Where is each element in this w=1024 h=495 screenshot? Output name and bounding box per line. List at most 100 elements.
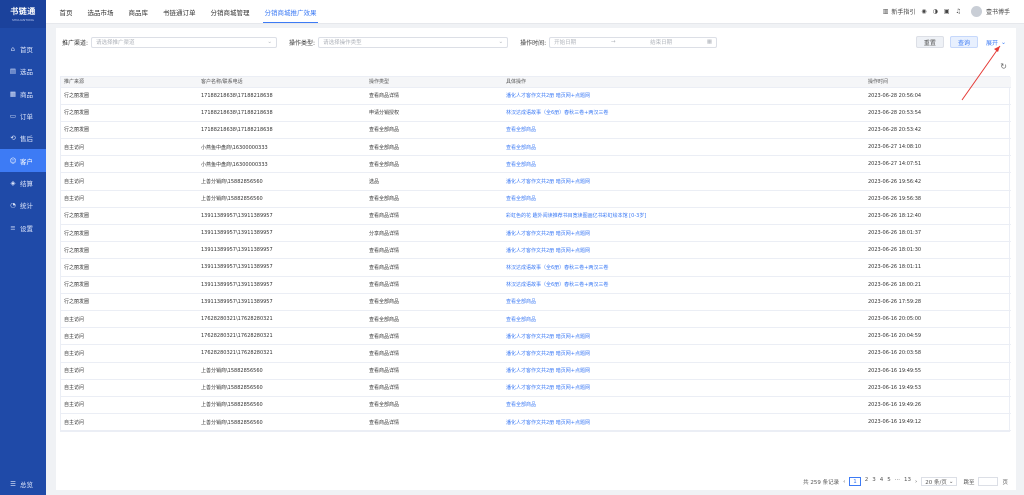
table-row: 自主访问 17628280321\17628280321 查看全部商品 查看全部商品 2… [61,310,1011,329]
operation-detail-link[interactable]: 潘化人才客作文共2册 暗页网+点题网 [503,413,865,432]
tab-4[interactable]: 分销商城管理 [203,0,257,23]
tab-2[interactable]: 商品库 [121,0,156,23]
guide-icon[interactable]: ▥ [883,8,889,15]
operation-detail-link[interactable]: 查看全部商品 [503,293,865,311]
settings-icon: ≡ [10,223,16,232]
table-cell: 2023-06-27 14:07:51 [865,155,1011,174]
username[interactable]: 壹书博手 [986,7,1010,16]
table-cell: 2023-06-26 18:01:37 [865,224,1011,243]
reset-button[interactable]: 重置 [915,36,944,48]
table-cell: 2023-06-26 18:01:11 [865,258,1011,277]
table-row: 自主访问 小燕鱼中盘商\16300000333 查看全部商品 查看全部商品 2023-0… [61,155,1011,174]
operation-detail-link[interactable]: 查看全部商品 [503,310,865,329]
page-number[interactable]: 3 [872,477,876,486]
sidebar-item-home[interactable]: ⌂ 首页 [0,38,46,60]
table-cell: 选品 [366,172,503,191]
jump-page-input[interactable] [978,477,999,486]
operation-detail-link[interactable]: 潘化人才客作文共2册 暗页网+点题网 [503,362,865,380]
tab-5[interactable]: 分销商城推广效果 [257,0,324,23]
column-header: 客户名称/联系电话 [198,77,366,88]
table-cell: 自主访问 [61,344,198,363]
sidebar-item-label: 首页 [20,46,33,55]
operation-detail-link[interactable]: 彩虹色的花 趣外阅读推荐书目宽读图画亿书彩虹绘本馆 [0-3岁] [503,207,865,226]
eye-icon[interactable]: ◉ [921,8,926,15]
table-cell: 查看全部商品 [366,310,503,329]
tab-0[interactable]: 首页 [52,0,80,23]
sidebar-item-order[interactable]: ▭ 订单 [0,105,46,127]
operation-detail-link[interactable]: 查看全部商品 [503,138,865,157]
tab-1[interactable]: 选品市场 [80,0,121,23]
operation-detail-link[interactable]: 潘化人才客作文共2册 暗页网+点题网 [503,344,865,363]
op-type-select[interactable]: 请选择操作类型 ⌄ [318,36,509,48]
main-panel: 推广渠道: 请选择推广渠道 ⌄ 操作类型: 请选择操作类型 ⌄ 操作时间: 开始… [56,28,1016,490]
table-cell: 17188218638\17188218638 [198,121,366,140]
sidebar-item-customer[interactable]: ☺ 客户 [0,149,46,172]
sidebar-item-label: 统计 [20,202,33,211]
table-cell: 分享商品详情 [366,224,503,243]
table-cell: 2023-06-16 19:49:26 [865,396,1011,415]
table-cell: 查看全部商品 [366,155,503,174]
table-cell: 上善分销商\15882856560 [198,362,366,380]
table-row: 行之丽发圈 13911389957\13911389957 查看商品详情 林汉达成语故… [61,276,1011,294]
table-body: 行之丽发圈 17188218638\17188218638 查看商品详情 潘化人才客作… [61,87,1011,432]
sidebar-item-aftersale[interactable]: ⟲ 售后 [0,127,46,149]
operation-detail-link[interactable]: 潘化人才客作文共2册 暗页网+点题网 [503,379,865,397]
query-button[interactable]: 查询 [949,36,978,48]
bell-icon[interactable]: ♫ [956,8,961,15]
refresh-icon[interactable]: ↻ [1000,62,1007,71]
page-number[interactable]: 5 [887,477,891,486]
sidebar-item-settings[interactable]: ≡ 设置 [0,216,46,238]
tab-3[interactable]: 书链通订单 [156,0,204,23]
date-range-picker[interactable]: 开始日期 → 结束日期 ▦ [549,36,718,48]
table-cell: 2023-06-16 20:05:00 [865,310,1011,329]
avatar[interactable] [970,6,982,17]
table-cell: 小燕鱼中盘商\16300000333 [198,138,366,157]
end-date-placeholder[interactable]: 结束日期 [650,38,672,46]
operation-detail-link[interactable]: 林汉达成语故事（全6册）春秋三卷+两汉三卷 [503,258,865,277]
operation-detail-link[interactable]: 查看全部商品 [503,190,865,208]
table-cell: 查看商品详情 [366,87,503,105]
operation-detail-link[interactable]: 潘化人才客作文共2册 暗页网+点题网 [503,327,865,346]
operation-detail-link[interactable]: 林汉达成语故事（全6册）春秋三卷+两汉三卷 [503,276,865,294]
operation-detail-link[interactable]: 查看全部商品 [503,121,865,140]
table-row: 自主访问 上善分销商\15882856560 查看商品详情 潘化人才客作文共2册 暗页… [61,413,1011,432]
table-row: 行之丽发圈 17188218638\17188218638 申请分销授权 林汉达成语故… [61,104,1011,122]
newbie-guide-link[interactable]: 新手指引 [891,7,915,16]
table-cell: 自主访问 [61,310,198,329]
operation-detail-link[interactable]: 潘化人才客作文共2册 暗页网+点题网 [503,172,865,191]
sidebar-item-label: 商品 [20,90,33,99]
operation-detail-link[interactable]: 林汉达成语故事（全6册）春秋三卷+两汉三卷 [503,104,865,122]
logo[interactable]: 书链通 SHULIANTONG [0,0,46,28]
table-cell: 自主访问 [61,155,198,174]
sidebar-footer-overview[interactable]: ☰ 总览 [9,479,33,489]
headset-icon[interactable]: ◑ [933,8,938,15]
goods-icon: ▦ [9,89,17,98]
channel-label: 推广渠道: [62,39,89,47]
sidebar-item-stats[interactable]: ◔ 统计 [0,194,46,216]
sidebar-item-label: 客户 [20,157,33,166]
operation-detail-link[interactable]: 潘化人才客作文共2册 暗页网+点题网 [503,224,865,243]
channel-select[interactable]: 请选择推广渠道 ⌄ [91,36,278,48]
sidebar-item-goods[interactable]: ▦ 商品 [0,83,46,105]
message-icon[interactable]: ▣ [944,8,950,15]
sidebar-item-settlement[interactable]: ◈ 结算 [0,172,46,194]
chevron-down-icon: ⌄ [267,39,273,45]
page-ellipsis[interactable]: ··· [895,477,900,486]
table-row: 自主访问 上善分销商\15882856560 查看全部商品 查看全部商品 2023-06… [61,396,1011,415]
page-number[interactable]: 4 [880,477,884,486]
operation-detail-link[interactable]: 查看全部商品 [503,396,865,415]
table-row: 自主访问 上善分销商\15882856560 查看商品详情 潘化人才客作文共2册 暗页… [61,362,1011,380]
page-number[interactable]: 1 [849,477,861,486]
table-cell: 上善分销商\15882856560 [198,379,366,397]
page-size-select[interactable]: 20 条/页 ⌄ [921,477,958,486]
page-unit-label: 页 [1002,479,1008,486]
expand-toggle[interactable]: 展开 ⌄ [986,38,1006,47]
next-page-button[interactable]: › [915,479,917,485]
page-number[interactable]: 2 [865,477,869,486]
operation-detail-link[interactable]: 潘化人才客作文共2册 暗页网+点题网 [503,87,865,105]
sidebar-item-shop[interactable]: ▤ 选品 [0,60,46,82]
operation-detail-link[interactable]: 查看全部商品 [503,155,865,174]
page-number[interactable]: 13 [904,477,911,486]
operation-detail-link[interactable]: 潘化人才客作文共2册 暗页网+点题网 [503,241,865,260]
start-date-placeholder[interactable]: 开始日期 [554,38,576,46]
